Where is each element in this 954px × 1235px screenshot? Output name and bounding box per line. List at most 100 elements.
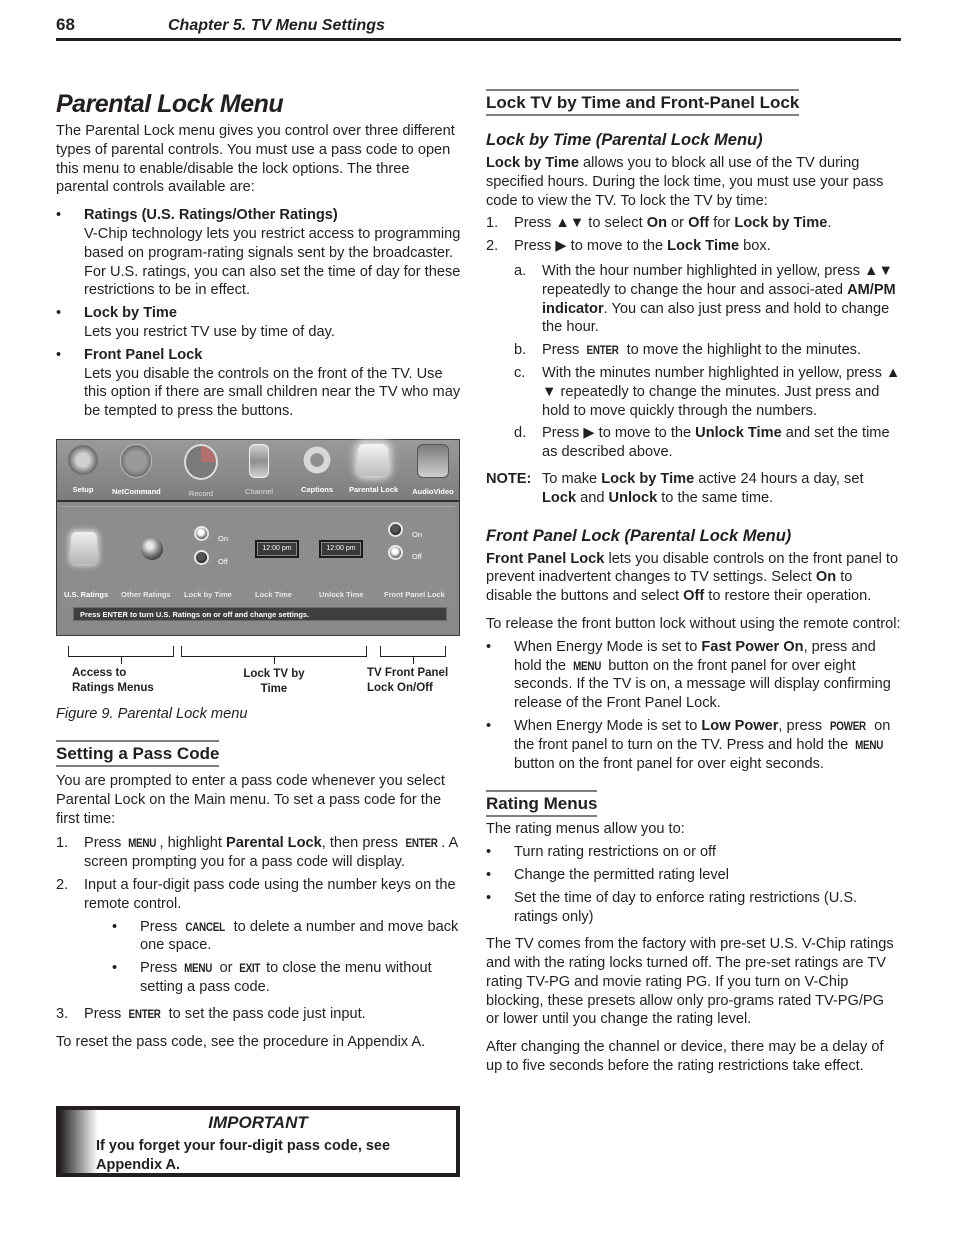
bullet-text: V-Chip technology lets you restrict acce… — [84, 225, 461, 299]
tv-menu-bar: Setup NetCommand Record Channel Captions… — [57, 440, 459, 502]
radio-label-on: On — [412, 530, 423, 539]
menu-item-setup[interactable]: Setup — [59, 444, 107, 494]
callout-bracket — [380, 646, 446, 664]
sub-bullet: • Press MENU or EXIT to close the menu w… — [112, 960, 432, 995]
key-menu: MENU — [573, 658, 602, 673]
bullet-title: Front Panel Lock — [84, 346, 203, 363]
menu-item-captions[interactable]: Captions — [293, 444, 341, 494]
subsection-heading: Front Panel Lock (Parental Lock Menu) — [486, 526, 792, 545]
substep-d: d. Press ▶ to move to the Unlock Time an… — [514, 425, 890, 461]
speakers-icon — [417, 444, 449, 478]
callout-ratings-menus: Access to Ratings Menus — [72, 667, 154, 694]
right-column: Lock TV by Time and Front-Panel Lock Loc… — [486, 89, 901, 1076]
clock-icon — [184, 444, 218, 480]
channel-updown-icon — [249, 444, 269, 478]
bullet-icon: • — [112, 918, 118, 935]
lock-time-field[interactable]: 12:00 pm — [255, 540, 299, 558]
figure-caption: Figure 9. Parental Lock menu — [56, 706, 248, 722]
chapter-title: Chapter 5. TV Menu Settings — [168, 17, 385, 34]
sub-bullet: • Press CANCEL to delete a number and mo… — [112, 918, 459, 954]
list-item: • Front Panel Lock Lets you disable the … — [56, 346, 466, 421]
passcode-section: Setting a Pass Code You are prompted to … — [56, 740, 466, 1051]
key-menu: MENU — [184, 961, 213, 976]
paragraph: Lock by Time allows you to block all use… — [486, 155, 884, 209]
substep-a: a. With the hour number highlighted in y… — [514, 262, 896, 336]
control-label-unlock-time: Unlock Time — [319, 590, 364, 599]
important-title: IMPORTANT — [208, 1113, 308, 1132]
tv-status-bar: Press ENTER to turn U.S. Ratings on or o… — [73, 607, 447, 621]
passcode-intro: You are prompted to enter a pass code wh… — [56, 773, 445, 827]
section-heading: Rating Menus — [486, 790, 598, 818]
front-panel-lock-off-radio[interactable] — [388, 545, 403, 560]
page-number: 68 — [56, 15, 75, 34]
menu-item-parental-lock[interactable]: Parental Lock — [349, 444, 398, 494]
us-ratings-lock-icon[interactable] — [71, 532, 97, 564]
key-menu: MENU — [128, 836, 157, 851]
callout-bracket — [68, 646, 174, 664]
step-3: 3. Press ENTER to set the pass code just… — [56, 1005, 366, 1022]
reset-note: To reset the pass code, see the procedur… — [56, 1033, 426, 1050]
page-title: Parental Lock Menu — [56, 90, 284, 118]
bullet-icon: • — [486, 889, 492, 906]
paragraph: Front Panel Lock lets you disable contro… — [486, 550, 899, 605]
section-heading: Lock TV by Time and Front-Panel Lock — [486, 89, 800, 116]
other-ratings-button[interactable] — [141, 538, 163, 560]
subsection-heading: Lock by Time (Parental Lock Menu) — [486, 131, 763, 149]
note: NOTE: To make Lock by Time active 24 hou… — [486, 470, 864, 506]
menu-item-netcommand[interactable]: NetCommand — [112, 444, 161, 496]
bullet-icon: • — [56, 207, 62, 224]
paragraph: The TV comes from the factory with pre-s… — [486, 936, 894, 1028]
key-menu: MENU — [855, 737, 884, 752]
callout-bracket — [181, 646, 367, 664]
tv-menu-screenshot: Setup NetCommand Record Channel Captions… — [56, 439, 460, 636]
bullet-title: Ratings (U.S. Ratings/Other Ratings) — [84, 207, 338, 224]
callout-lock-by-time: Lock TV by Time — [243, 668, 305, 695]
page-header: 68 Chapter 5. TV Menu Settings — [56, 14, 901, 41]
paragraph: To release the front button lock without… — [486, 615, 901, 632]
menu-item-record[interactable]: Record — [177, 444, 225, 498]
step-2: 2. Press ▶ to move to the Lock Time box. — [486, 238, 771, 255]
list-item: • Lock by Time Lets you restrict TV use … — [56, 304, 466, 342]
menu-item-channel[interactable]: Channel — [235, 444, 283, 496]
key-cancel: CANCEL — [185, 919, 226, 934]
bullet-icon: • — [56, 346, 62, 363]
captions-icon — [302, 444, 332, 476]
front-panel-lock-on-radio[interactable] — [388, 522, 403, 537]
section-heading: Setting a Pass Code — [56, 740, 220, 767]
netcommand-icon — [120, 444, 152, 478]
list-item: • Turn rating restrictions on or off — [486, 844, 716, 861]
bullet-icon: • — [486, 717, 492, 734]
bullet-icon: • — [486, 866, 492, 883]
key-power: POWER — [830, 718, 867, 733]
radio-label-off: Off — [218, 557, 228, 566]
control-label-lock-by-time: Lock by Time — [184, 590, 232, 599]
unlock-time-field[interactable]: 12:00 pm — [319, 540, 363, 558]
bullet-icon: • — [56, 305, 62, 322]
control-label-us-ratings: U.S. Ratings — [64, 590, 109, 599]
step-2: 2. Input a four-digit pass code using th… — [56, 876, 456, 912]
plug-icon — [68, 444, 98, 476]
lock-by-time-off-radio[interactable] — [194, 550, 209, 565]
control-label-front-panel-lock: Front Panel Lock — [384, 590, 445, 599]
list-item: • Change the permitted rating level — [486, 866, 729, 883]
paragraph: After changing the channel or device, th… — [486, 1039, 884, 1075]
key-enter: ENTER — [128, 1006, 162, 1021]
list-item: • When Energy Mode is set to Low Power, … — [486, 717, 891, 772]
radio-label-off: Off — [412, 552, 422, 561]
bullet-title: Lock by Time — [84, 305, 177, 322]
key-enter: ENTER — [586, 343, 620, 358]
key-enter: ENTER — [405, 836, 438, 851]
menu-item-audiovideo[interactable]: AudioVideo — [409, 444, 457, 496]
substep-c: c. With the minutes number highlighted i… — [514, 364, 901, 419]
bullet-text: Lets you disable the controls on the fro… — [84, 365, 461, 420]
list-item: • Ratings (U.S. Ratings/Other Ratings) V… — [56, 206, 466, 300]
paragraph: The rating menus allow you to: — [486, 821, 685, 838]
step-1: 1. Press MENU, highlight Parental Lock, … — [56, 835, 458, 871]
key-exit: EXIT — [238, 961, 260, 976]
control-label-lock-time: Lock Time — [255, 590, 292, 599]
bullet-text: Lets you restrict TV use by time of day. — [84, 323, 335, 340]
list-item: • When Energy Mode is set to Fast Power … — [486, 638, 891, 712]
left-column-intro: Parental Lock Menu The Parental Lock men… — [56, 90, 466, 421]
lock-by-time-on-radio[interactable] — [194, 526, 209, 541]
radio-label-on: On — [218, 534, 229, 543]
